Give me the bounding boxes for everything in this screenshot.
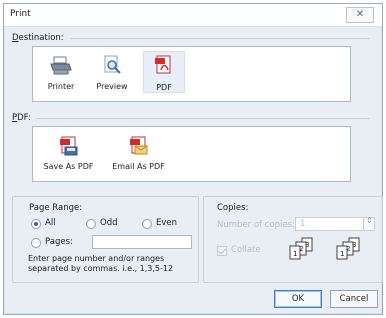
page-range-pages-radio[interactable] [31, 238, 41, 248]
page-range-help-line-2: separated by commas. i.e., 1,3,5-12 [28, 264, 174, 273]
destination-panel: Printer Preview PDF [32, 46, 351, 102]
destination-preview-label: Preview [96, 82, 128, 91]
email-as-pdf-icon [129, 136, 147, 155]
email-as-pdf-label: Email As PDF [112, 162, 165, 171]
page-range-odd-label: Odd [100, 218, 118, 228]
collate-sheets-icon: 3 2 1 [289, 237, 313, 260]
spinner-arrows-icon: ⇕ [366, 216, 373, 225]
page-range-odd-radio[interactable] [86, 219, 96, 229]
collate-checkbox[interactable] [217, 246, 227, 256]
page-range-pages-label: Pages: [45, 237, 73, 247]
destination-pdf-tile[interactable]: PDF [143, 51, 185, 93]
collate-sheets-icon-2: 3 2 1 [336, 237, 360, 260]
collate-label: Collate [231, 245, 261, 255]
title-bar: Print ✕ [4, 4, 382, 27]
close-button[interactable]: ✕ [346, 7, 374, 23]
destination-preview-tile[interactable]: Preview [91, 53, 133, 91]
destination-label: Destination: [12, 33, 64, 43]
save-as-pdf-label: Save As PDF [43, 162, 94, 171]
window-title: Print [10, 9, 31, 19]
email-as-pdf-tile[interactable]: Email As PDF [111, 133, 166, 171]
close-icon: ✕ [355, 9, 365, 20]
save-as-pdf-tile[interactable]: Save As PDF [41, 133, 96, 171]
cancel-button[interactable]: Cancel [330, 290, 378, 308]
printer-icon [50, 56, 72, 75]
page-range-all-label: All [45, 218, 56, 228]
copies-spinner[interactable]: ⇕ [363, 216, 374, 230]
copies-count-value: 1 [300, 219, 306, 229]
destination-divider [70, 38, 370, 39]
number-of-copies-label: Number of copies: [217, 220, 295, 230]
destination-pdf-label: PDF [156, 83, 172, 92]
page-range-all-radio[interactable] [31, 219, 41, 229]
page-range-even-radio[interactable] [142, 219, 152, 229]
page-range-label: Page Range: [29, 203, 83, 213]
ok-button[interactable]: OK [274, 290, 322, 308]
svg-text:1: 1 [293, 250, 297, 258]
pages-input[interactable] [92, 235, 192, 249]
page-range-even-label: Even [156, 218, 178, 228]
pdf-panel: Save As PDF Email As PDF [32, 126, 351, 182]
destination-printer-label: Printer [47, 82, 75, 91]
preview-icon [104, 55, 121, 74]
pdf-label: PDF: [12, 113, 31, 123]
pdf-divider [37, 118, 370, 119]
destination-printer-tile[interactable]: Printer [40, 53, 82, 91]
copies-count-field[interactable]: 1 ⇕ [295, 216, 375, 231]
svg-text:1: 1 [340, 250, 344, 258]
page-range-help-line-1: Enter page number and/or ranges [28, 254, 165, 263]
pdf-icon [155, 55, 171, 74]
copies-label: Copies: [217, 203, 249, 213]
save-as-pdf-icon [59, 136, 77, 156]
print-dialog: Print ✕ Destination: Printer Preview PDF… [3, 3, 383, 315]
